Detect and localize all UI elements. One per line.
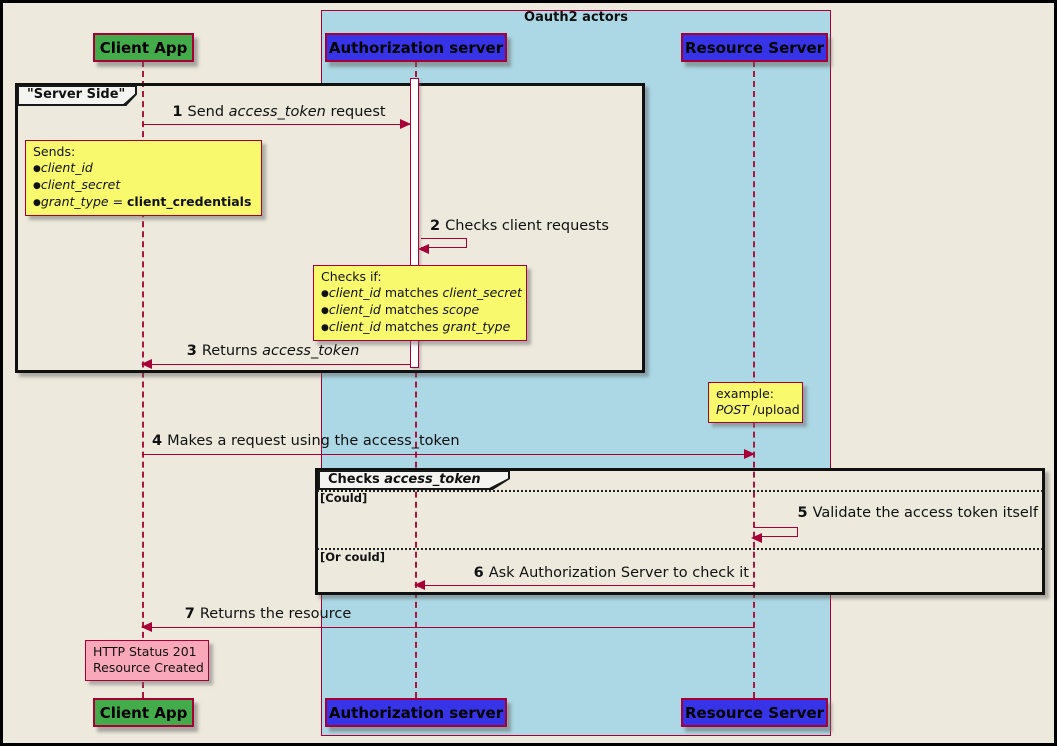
note-example: example: POST /upload xyxy=(708,382,803,423)
message-3-arrow xyxy=(141,359,410,369)
note-http-status-line2: Resource Created xyxy=(93,660,204,675)
message-1-label: 1 Send access_token request xyxy=(172,104,386,120)
message-5-label: 5 Validate the access token itself xyxy=(797,505,1039,521)
participant-authorization-server-top: Authorization server xyxy=(325,33,507,62)
message-2-label: 2 Checks client requests xyxy=(430,218,609,234)
alt-guard-could: [Could] xyxy=(320,491,368,505)
message-7-arrow xyxy=(141,622,754,632)
message-5-self-arrow xyxy=(751,527,798,543)
server-side-frame-tab: "Server Side" xyxy=(17,85,137,106)
server-side-frame-label: "Server Side" xyxy=(27,87,126,102)
oauth2-actors-title: Oauth2 actors xyxy=(524,10,628,25)
message-4-label: 4 Makes a request using the access_token xyxy=(152,433,460,449)
message-1-arrow xyxy=(142,119,411,129)
alt-section-divider xyxy=(317,548,1043,550)
note-sends: Sends: ●client_id ●client_secret ●grant_… xyxy=(25,140,262,216)
participant-client-app-top: Client App xyxy=(93,33,194,62)
note-checks-title: Checks if: xyxy=(321,269,382,284)
participant-resource-server-bottom: Resource Server xyxy=(681,698,828,727)
message-3-label: 3 Returns access_token xyxy=(186,343,360,359)
note-example-line1: example: xyxy=(716,386,775,401)
note-http-status-line1: HTTP Status 201 xyxy=(93,644,197,659)
lifeline-resource-server xyxy=(753,61,755,698)
message-6-label: 6 Ask Authorization Server to check it xyxy=(473,565,749,581)
note-checks: Checks if: ●client_id matches client_sec… xyxy=(313,265,527,341)
message-2-self-arrow xyxy=(418,238,467,254)
participant-resource-server-top: Resource Server xyxy=(681,33,828,62)
note-http-status: HTTP Status 201 Resource Created xyxy=(85,640,209,681)
note-sends-title: Sends: xyxy=(33,144,76,159)
alt-frame-label: Checks access_token xyxy=(328,472,481,487)
participant-authorization-server-bottom: Authorization server xyxy=(325,698,507,727)
message-4-arrow xyxy=(142,449,755,459)
alt-guard-or-could: [Or could] xyxy=(320,550,386,564)
message-6-arrow xyxy=(414,580,754,590)
message-7-label: 7 Returns the resource xyxy=(184,606,352,622)
sequence-diagram: Oauth2 actors "Server Side" Checks acces… xyxy=(0,0,1057,746)
participant-client-app-bottom: Client App xyxy=(93,698,194,727)
alt-frame-tab: Checks access_token xyxy=(318,470,510,490)
alt-header-separator xyxy=(317,490,1043,492)
